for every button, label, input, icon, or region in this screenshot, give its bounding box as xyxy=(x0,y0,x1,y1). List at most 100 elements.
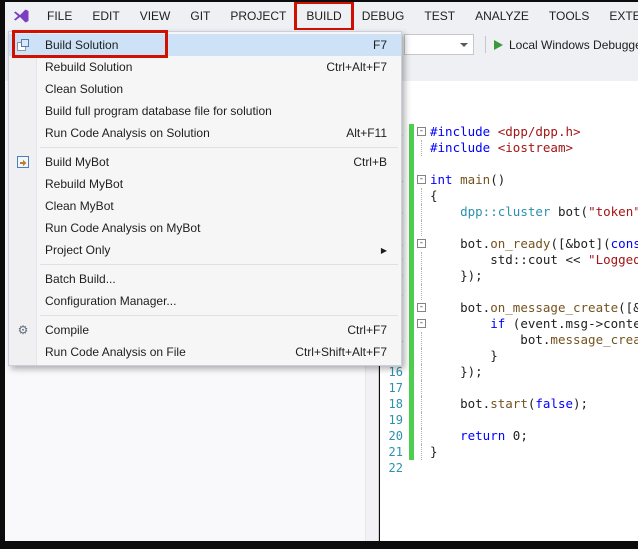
menu-item-build-solution[interactable]: Build SolutionF7 xyxy=(9,34,401,56)
code-line: 1-#include <dpp/dpp.h> xyxy=(380,124,638,140)
code-line: 12- bot.on_message_create([&bot](const d… xyxy=(380,300,638,316)
code-line: 2#include <iostream> xyxy=(380,140,638,156)
menu-separator xyxy=(40,264,398,265)
menu-item-project-only[interactable]: Project Only▶ xyxy=(9,239,401,261)
line-number: 19 xyxy=(380,412,409,428)
fold-collapse-icon[interactable]: - xyxy=(414,124,430,140)
code-line: 17 xyxy=(380,380,638,396)
menubar-item-debug[interactable]: DEBUG xyxy=(352,3,415,29)
menu-item-label: Run Code Analysis on Solution xyxy=(45,126,210,140)
menubar-item-project[interactable]: PROJECT xyxy=(220,3,296,29)
code-text xyxy=(430,412,638,428)
code-text xyxy=(430,156,638,172)
fold-margin xyxy=(414,188,430,204)
menubar: FILEEDITVIEWGITPROJECTBUILDDEBUGTESTANAL… xyxy=(5,2,638,30)
menu-item-label: Build full program database file for sol… xyxy=(45,104,272,118)
fold-margin xyxy=(414,140,430,156)
menu-item-shortcut: Ctrl+F7 xyxy=(347,323,387,337)
fold-margin xyxy=(414,380,430,396)
fold-margin xyxy=(414,204,430,220)
menubar-item-view[interactable]: VIEW xyxy=(130,3,181,29)
code-line: 11 xyxy=(380,284,638,300)
menu-separator xyxy=(40,147,398,148)
code-text: dpp::cluster bot("token"); xyxy=(430,204,638,220)
menu-item-batch-build[interactable]: Batch Build... xyxy=(9,268,401,290)
code-text xyxy=(430,220,638,236)
line-number: 18 xyxy=(380,396,409,412)
code-text: if (event.msg->content == "!ping") { xyxy=(430,316,638,332)
fold-collapse-icon[interactable]: - xyxy=(414,236,430,252)
code-text: }); xyxy=(430,364,638,380)
fold-collapse-icon[interactable]: - xyxy=(414,172,430,188)
code-text: bot.on_ready([&bot](const dpp::ready_t& … xyxy=(430,236,638,252)
code-text: std::cout << "Logged in as " << bot.me.u… xyxy=(430,252,638,268)
fold-margin xyxy=(414,412,430,428)
menubar-item-edit[interactable]: EDIT xyxy=(82,3,129,29)
menu-item-build-mybot[interactable]: Build MyBotCtrl+B xyxy=(9,151,401,173)
fold-margin xyxy=(414,156,430,172)
code-line: 6 dpp::cluster bot("token"); xyxy=(380,204,638,220)
code-text: bot.message_create(dpp::message(event.ms… xyxy=(430,332,638,348)
menu-item-rebuild-mybot[interactable]: Rebuild MyBot xyxy=(9,173,401,195)
fold-margin xyxy=(414,428,430,444)
line-number: 22 xyxy=(380,460,409,476)
menu-item-clean-solution[interactable]: Clean Solution xyxy=(9,78,401,100)
menu-item-label: Run Code Analysis on MyBot xyxy=(45,221,200,235)
code-line: 8- bot.on_ready([&bot](const dpp::ready_… xyxy=(380,236,638,252)
menu-item-build-full-program-database-file-for-solution[interactable]: Build full program database file for sol… xyxy=(9,100,401,122)
menu-item-label: Rebuild MyBot xyxy=(45,177,123,191)
toolbar-separator xyxy=(485,36,486,53)
fold-margin xyxy=(414,220,430,236)
menu-item-label: Rebuild Solution xyxy=(45,60,132,74)
code-text: #include <iostream> xyxy=(430,140,638,156)
code-line: 20 return 0; xyxy=(380,428,638,444)
fold-margin xyxy=(414,268,430,284)
fold-margin xyxy=(414,332,430,348)
menubar-item-git[interactable]: GIT xyxy=(180,3,220,29)
code-line: 16 }); xyxy=(380,364,638,380)
code-text: #include <dpp/dpp.h> xyxy=(430,124,638,140)
code-text: int main() xyxy=(430,172,638,188)
configuration-combo[interactable] xyxy=(404,34,474,55)
menu-item-configuration-manager[interactable]: Configuration Manager... xyxy=(9,290,401,312)
run-label: Local Windows Debugger xyxy=(509,38,638,52)
menu-item-run-code-analysis-on-mybot[interactable]: Run Code Analysis on MyBot xyxy=(9,217,401,239)
menu-item-run-code-analysis-on-solution[interactable]: Run Code Analysis on SolutionAlt+F11 xyxy=(9,122,401,144)
code-line: 7 xyxy=(380,220,638,236)
code-line: 18 bot.start(false); xyxy=(380,396,638,412)
code-line: 14 bot.message_create(dpp::message(event… xyxy=(380,332,638,348)
menu-item-compile[interactable]: ⚙CompileCtrl+F7 xyxy=(9,319,401,341)
code-text xyxy=(430,460,638,476)
code-text: bot.start(false); xyxy=(430,396,638,412)
menubar-item-analyze[interactable]: ANALYZE xyxy=(465,3,539,29)
menu-item-shortcut: Ctrl+B xyxy=(353,155,387,169)
chevron-down-icon xyxy=(460,43,468,47)
menubar-item-test[interactable]: TEST xyxy=(414,3,465,29)
fold-collapse-icon[interactable]: - xyxy=(414,316,430,332)
code-lines: 1-#include <dpp/dpp.h>2#include <iostrea… xyxy=(380,124,638,476)
line-number: 20 xyxy=(380,428,409,444)
code-line: 5{ xyxy=(380,188,638,204)
fold-margin xyxy=(414,396,430,412)
build-solution-icon xyxy=(15,37,31,53)
fold-margin xyxy=(414,444,430,460)
menu-item-label: Compile xyxy=(45,323,89,337)
visual-studio-logo xyxy=(11,6,31,26)
menubar-items: FILEEDITVIEWGITPROJECTBUILDDEBUGTESTANAL… xyxy=(37,3,638,29)
start-debugging-button[interactable]: Local Windows Debugger xyxy=(494,35,638,55)
menu-item-rebuild-solution[interactable]: Rebuild SolutionCtrl+Alt+F7 xyxy=(9,56,401,78)
fold-margin xyxy=(414,284,430,300)
menu-item-label: Batch Build... xyxy=(45,272,116,286)
menubar-item-tools[interactable]: TOOLS xyxy=(539,3,599,29)
menu-item-run-code-analysis-on-file[interactable]: Run Code Analysis on FileCtrl+Shift+Alt+… xyxy=(9,341,401,363)
menubar-item-build[interactable]: BUILD xyxy=(296,3,351,29)
code-text xyxy=(430,284,638,300)
menu-item-clean-mybot[interactable]: Clean MyBot xyxy=(9,195,401,217)
fold-collapse-icon[interactable]: - xyxy=(414,300,430,316)
code-text: bot.on_message_create([&bot](const dpp::… xyxy=(430,300,638,316)
code-line: 3 xyxy=(380,156,638,172)
code-line: 21} xyxy=(380,444,638,460)
menubar-item-file[interactable]: FILE xyxy=(37,3,82,29)
menubar-item-extensions[interactable]: EXTENSIONS xyxy=(599,3,638,29)
code-editor[interactable]: 1-#include <dpp/dpp.h>2#include <iostrea… xyxy=(380,81,638,541)
